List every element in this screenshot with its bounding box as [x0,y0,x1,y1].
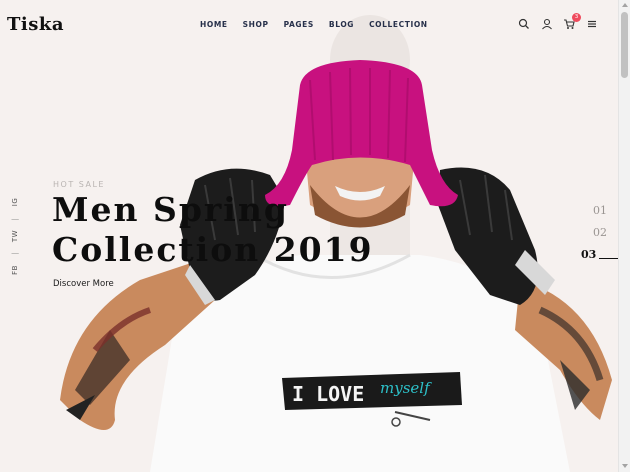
nav-pages[interactable]: PAGES [284,20,314,29]
active-slide-indicator [599,258,618,259]
nav-shop[interactable]: SHOP [243,20,269,29]
page-scrollbar[interactable] [618,0,630,472]
hero-title-line-2: Collection 2019 [52,230,374,269]
menu-icon[interactable] [586,18,598,30]
social-separator: | [11,217,19,221]
discover-more-link[interactable]: Discover More [53,279,114,289]
nav-collection[interactable]: COLLECTION [369,20,428,29]
nav-home[interactable]: HOME [200,20,228,29]
main-nav: HOME SHOP PAGES BLOG COLLECTION [200,20,443,29]
search-icon[interactable] [518,18,530,30]
scroll-down-arrow-icon[interactable] [622,464,628,468]
scroll-up-arrow-icon[interactable] [622,3,628,7]
slide-02[interactable]: 02 [593,226,607,239]
user-icon[interactable] [541,18,553,30]
svg-text:I LOVE: I LOVE [292,382,364,406]
social-links: IG | TW | FB [8,192,22,287]
svg-text:myself: myself [380,379,432,397]
nav-blog[interactable]: BLOG [329,20,354,29]
site-logo[interactable]: Tiska [7,14,64,35]
slide-01[interactable]: 01 [593,204,607,217]
page: I LOVE myself Tiska HOME SHOP PAGES BLOG… [0,0,618,472]
hero-title-line-1: Men Spring [52,190,289,229]
social-separator: | [11,251,19,255]
social-facebook[interactable]: FB [11,263,19,277]
cart-count-badge: 3 [572,13,581,22]
scrollbar-thumb[interactable] [621,12,628,78]
hero-eyebrow: HOT SALE [53,180,105,189]
social-twitter[interactable]: TW [11,229,19,243]
social-instagram[interactable]: IG [11,195,19,209]
slide-03-active[interactable]: 03 [581,248,596,261]
hero-title: Men Spring Collection 2019 [52,190,374,270]
header-tools [518,18,598,32]
